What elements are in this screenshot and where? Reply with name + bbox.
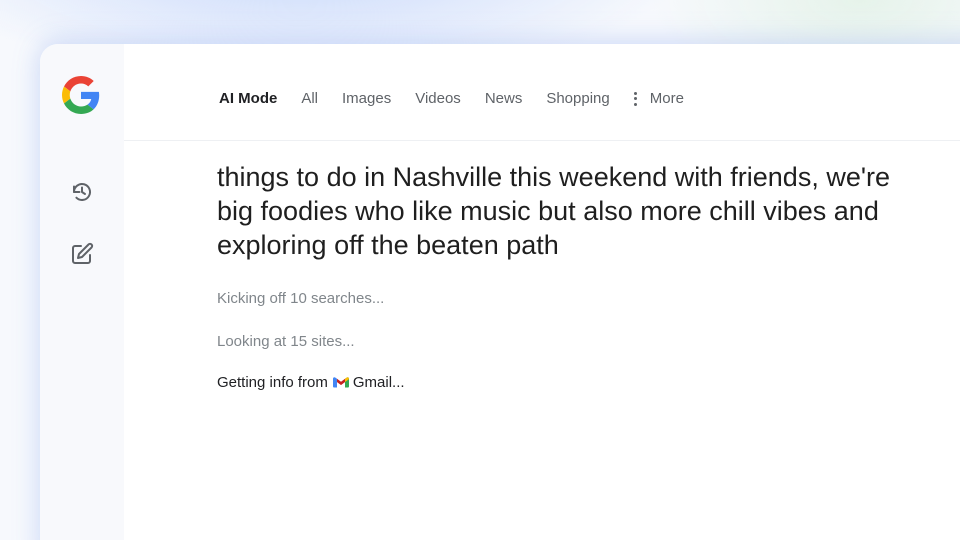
status-detail: Gmail... [352, 374, 405, 391]
tab-more[interactable]: More [633, 90, 684, 107]
tab-ai-mode[interactable]: AI Mode [219, 90, 277, 107]
status-line-sites: Looking at 15 sites... [217, 333, 355, 350]
more-vert-icon [633, 91, 638, 106]
side-rail [40, 44, 124, 540]
history-icon [73, 183, 91, 201]
new-chat-icon [72, 242, 94, 264]
status-line-searches: Kicking off 10 searches... [217, 290, 384, 307]
history-button[interactable] [68, 178, 96, 206]
tab-all[interactable]: All [301, 90, 318, 107]
tab-news[interactable]: News [485, 90, 523, 107]
top-bar: AI Mode All Images Videos News Shopping … [124, 44, 960, 141]
status-detail: 10 searches... [290, 290, 385, 307]
tab-images[interactable]: Images [342, 90, 391, 107]
user-query: things to do in Nashville this weekend w… [217, 162, 890, 260]
search-tabs: AI Mode All Images Videos News Shopping … [219, 90, 708, 107]
app-window: AI Mode All Images Videos News Shopping … [40, 44, 960, 540]
new-chat-button[interactable] [68, 240, 96, 268]
tab-shopping[interactable]: Shopping [546, 90, 609, 107]
status-lead: Getting info [217, 374, 294, 391]
tab-videos[interactable]: Videos [415, 90, 461, 107]
status-detail: 15 sites... [290, 333, 355, 350]
status-lead: Kicking off [217, 290, 286, 307]
main-content: things to do in Nashville this weekend w… [217, 160, 897, 391]
status-line-gmail: Getting info from Gmail... [217, 374, 405, 391]
google-logo[interactable] [62, 76, 100, 114]
status-from: from [297, 374, 328, 391]
gmail-icon [332, 377, 349, 388]
status-lead: Looking at [217, 333, 287, 350]
tab-more-label: More [649, 90, 684, 107]
